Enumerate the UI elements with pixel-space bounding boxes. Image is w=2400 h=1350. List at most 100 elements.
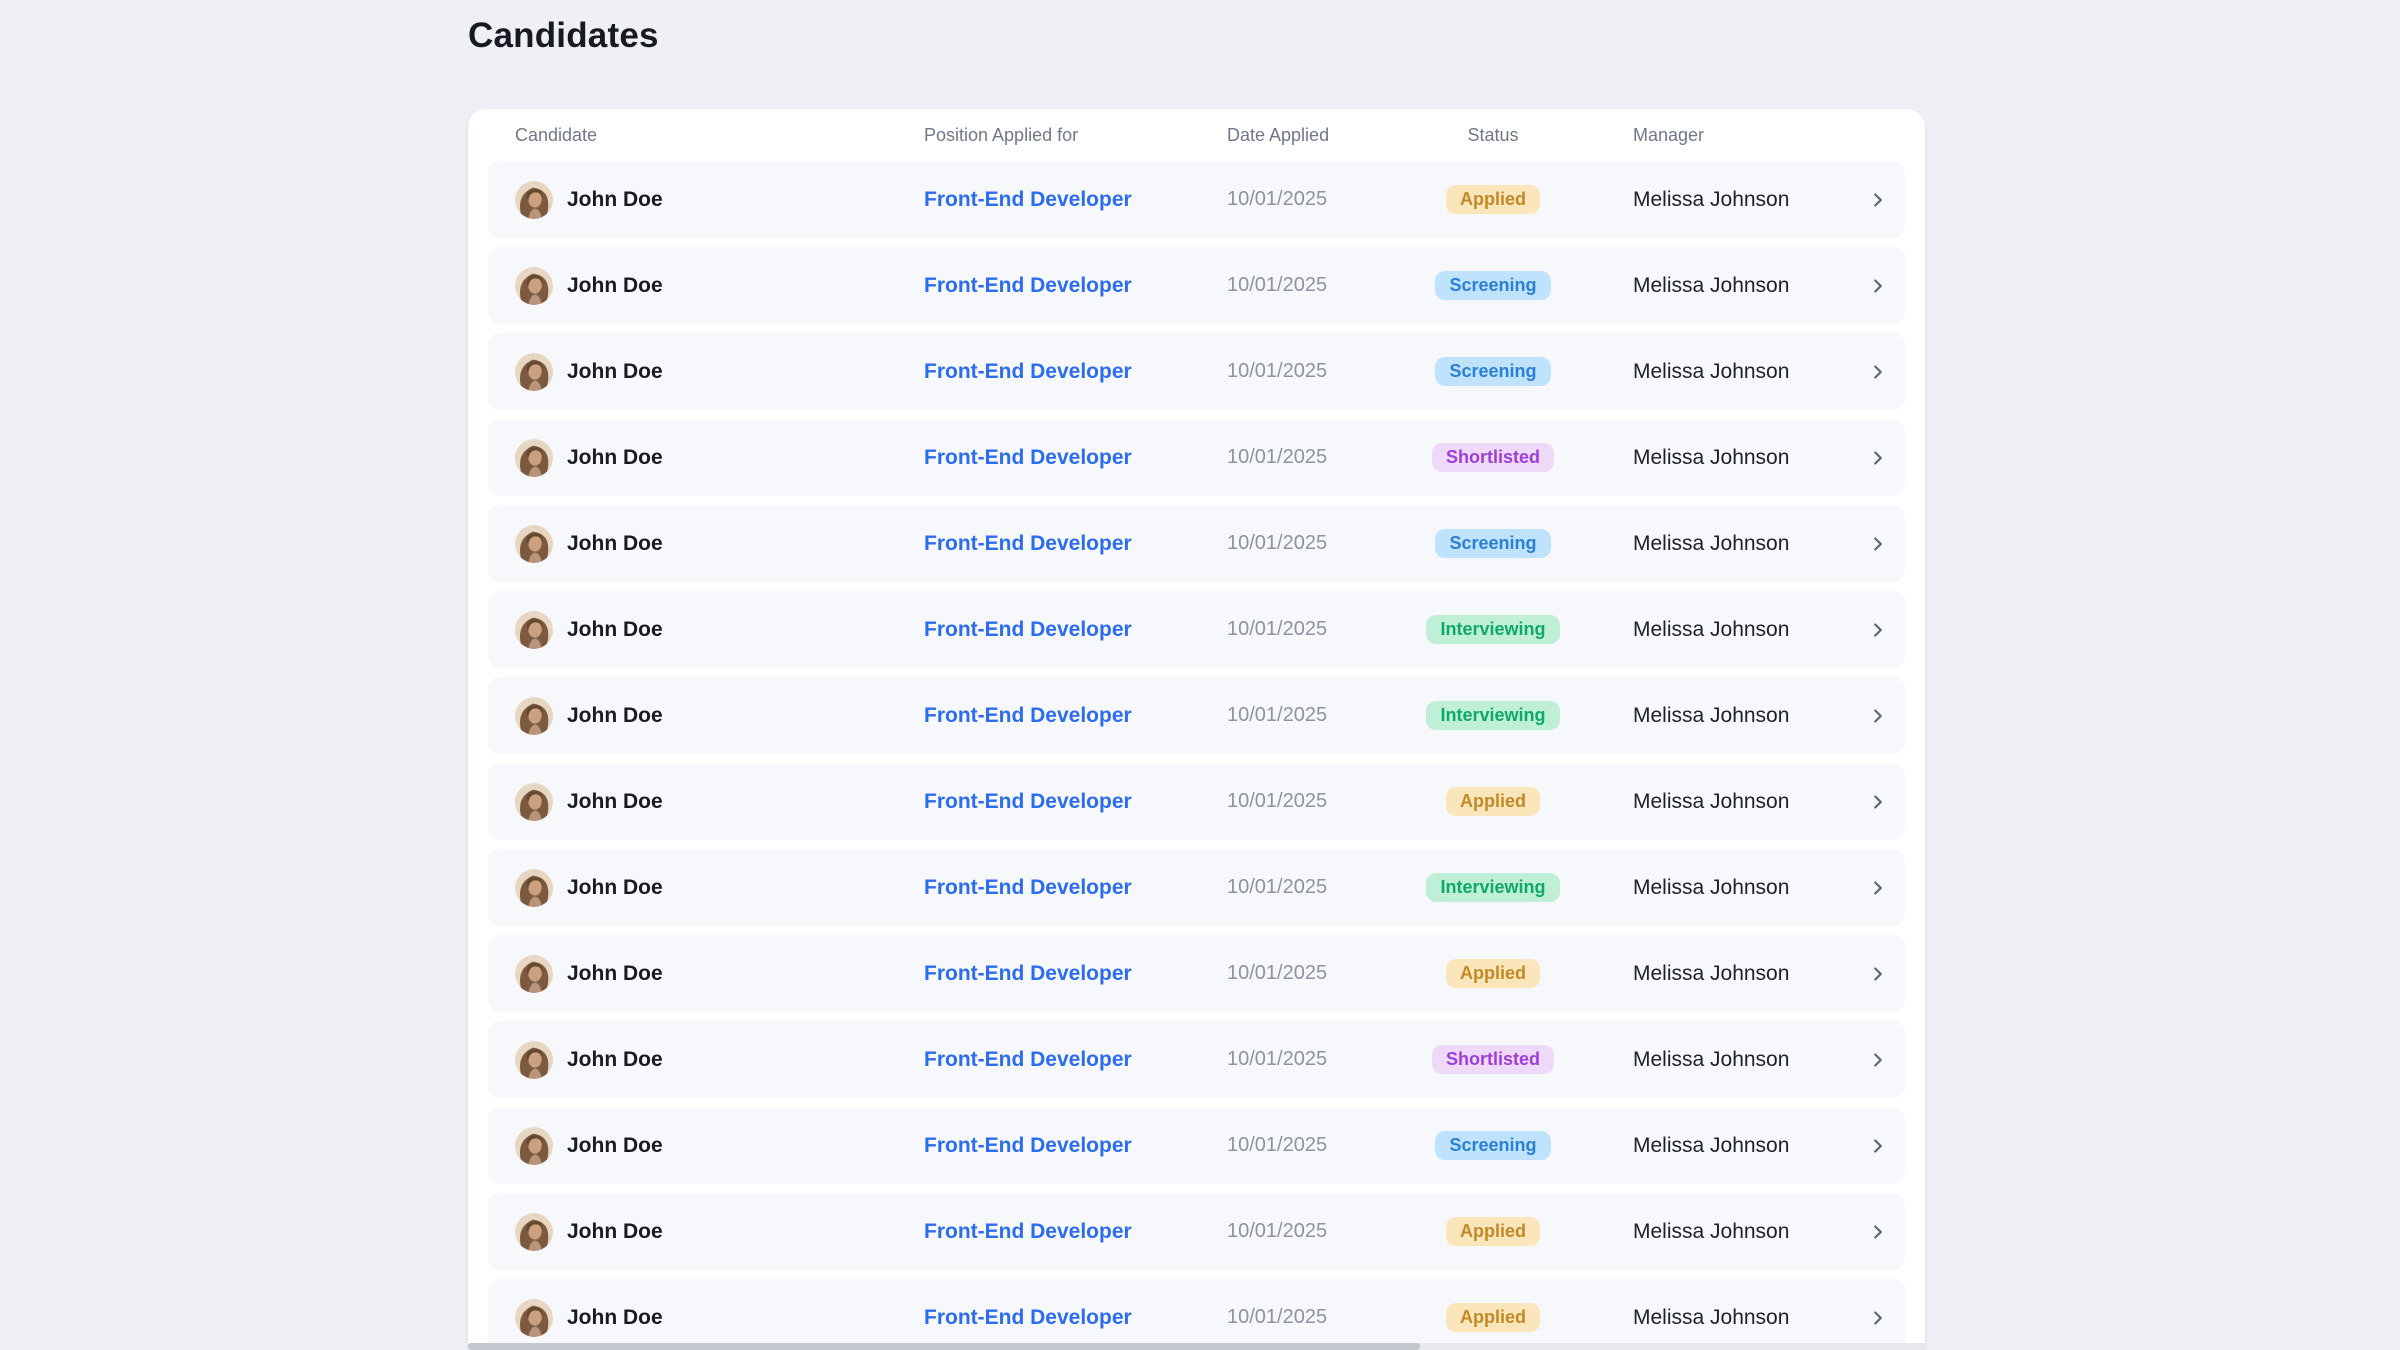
column-header-manager: Manager: [1627, 125, 1866, 146]
candidate-avatar: [515, 783, 553, 821]
row-chevron[interactable]: [1866, 1307, 1890, 1329]
table-row[interactable]: John Doe Front-End Developer 10/01/2025 …: [488, 591, 1905, 668]
row-chevron[interactable]: [1866, 361, 1890, 383]
horizontal-scrollbar-track[interactable]: [468, 1343, 1925, 1350]
date-applied-cell: 10/01/2025: [1227, 1220, 1359, 1243]
row-chevron[interactable]: [1866, 619, 1890, 641]
candidate-cell: John Doe: [515, 181, 924, 219]
candidate-cell: John Doe: [515, 1127, 924, 1165]
candidate-avatar: [515, 611, 553, 649]
row-chevron[interactable]: [1866, 791, 1890, 813]
table-row[interactable]: John Doe Front-End Developer 10/01/2025 …: [488, 1107, 1905, 1184]
chevron-right-icon: [1867, 361, 1889, 383]
position-link[interactable]: Front-End Developer: [924, 1306, 1132, 1329]
position-cell: Front-End Developer: [924, 446, 1227, 470]
candidate-cell: John Doe: [515, 267, 924, 305]
status-badge: Interviewing: [1426, 701, 1559, 731]
table-row[interactable]: John Doe Front-End Developer 10/01/2025 …: [488, 419, 1905, 496]
position-link[interactable]: Front-End Developer: [924, 618, 1132, 641]
row-chevron[interactable]: [1866, 275, 1890, 297]
status-badge: Screening: [1435, 1131, 1550, 1161]
candidate-name: John Doe: [567, 618, 663, 642]
position-link[interactable]: Front-End Developer: [924, 704, 1132, 727]
status-badge: Applied: [1446, 1303, 1540, 1333]
status-cell: Applied: [1359, 959, 1627, 989]
row-chevron[interactable]: [1866, 705, 1890, 727]
column-header-date: Date Applied: [1227, 125, 1359, 146]
position-cell: Front-End Developer: [924, 188, 1227, 212]
table-row[interactable]: John Doe Front-End Developer 10/01/2025 …: [488, 247, 1905, 324]
candidate-avatar: [515, 1299, 553, 1337]
position-cell: Front-End Developer: [924, 876, 1227, 900]
manager-cell: Melissa Johnson: [1627, 618, 1866, 642]
table-row[interactable]: John Doe Front-End Developer 10/01/2025 …: [488, 677, 1905, 754]
row-chevron[interactable]: [1866, 533, 1890, 555]
row-chevron[interactable]: [1866, 963, 1890, 985]
position-link[interactable]: Front-End Developer: [924, 446, 1132, 469]
position-link[interactable]: Front-End Developer: [924, 962, 1132, 985]
manager-cell: Melissa Johnson: [1627, 876, 1866, 900]
row-chevron[interactable]: [1866, 1135, 1890, 1157]
status-cell: Screening: [1359, 1131, 1627, 1161]
position-link[interactable]: Front-End Developer: [924, 876, 1132, 899]
candidate-avatar: [515, 439, 553, 477]
chevron-right-icon: [1867, 189, 1889, 211]
position-link[interactable]: Front-End Developer: [924, 1134, 1132, 1157]
status-badge: Shortlisted: [1432, 443, 1554, 473]
candidate-name: John Doe: [567, 962, 663, 986]
candidate-name: John Doe: [567, 704, 663, 728]
chevron-right-icon: [1867, 1135, 1889, 1157]
manager-cell: Melissa Johnson: [1627, 1220, 1866, 1244]
candidate-avatar: [515, 1041, 553, 1079]
position-cell: Front-End Developer: [924, 274, 1227, 298]
status-badge: Interviewing: [1426, 873, 1559, 903]
row-chevron[interactable]: [1866, 877, 1890, 899]
page-title: Candidates: [468, 16, 659, 56]
table-row[interactable]: John Doe Front-End Developer 10/01/2025 …: [488, 1279, 1905, 1350]
candidate-avatar: [515, 955, 553, 993]
position-link[interactable]: Front-End Developer: [924, 360, 1132, 383]
candidate-name: John Doe: [567, 446, 663, 470]
date-applied-cell: 10/01/2025: [1227, 790, 1359, 813]
candidate-name: John Doe: [567, 1220, 663, 1244]
chevron-right-icon: [1867, 533, 1889, 555]
position-link[interactable]: Front-End Developer: [924, 1048, 1132, 1071]
candidate-cell: John Doe: [515, 869, 924, 907]
row-chevron[interactable]: [1866, 1049, 1890, 1071]
table-row[interactable]: John Doe Front-End Developer 10/01/2025 …: [488, 1193, 1905, 1270]
candidate-cell: John Doe: [515, 1213, 924, 1251]
position-link[interactable]: Front-End Developer: [924, 790, 1132, 813]
status-badge: Screening: [1435, 529, 1550, 559]
manager-cell: Melissa Johnson: [1627, 962, 1866, 986]
status-cell: Interviewing: [1359, 615, 1627, 645]
horizontal-scrollbar-thumb[interactable]: [468, 1343, 1420, 1350]
candidate-name: John Doe: [567, 274, 663, 298]
table-row[interactable]: John Doe Front-End Developer 10/01/2025 …: [488, 763, 1905, 840]
table-row[interactable]: John Doe Front-End Developer 10/01/2025 …: [488, 505, 1905, 582]
status-badge: Applied: [1446, 787, 1540, 817]
row-chevron[interactable]: [1866, 1221, 1890, 1243]
position-cell: Front-End Developer: [924, 532, 1227, 556]
table-row[interactable]: John Doe Front-End Developer 10/01/2025 …: [488, 1021, 1905, 1098]
candidate-name: John Doe: [567, 1306, 663, 1330]
status-cell: Screening: [1359, 529, 1627, 559]
position-cell: Front-End Developer: [924, 1306, 1227, 1330]
chevron-right-icon: [1867, 619, 1889, 641]
manager-cell: Melissa Johnson: [1627, 1048, 1866, 1072]
row-chevron[interactable]: [1866, 189, 1890, 211]
position-link[interactable]: Front-End Developer: [924, 274, 1132, 297]
chevron-right-icon: [1867, 275, 1889, 297]
table-row[interactable]: John Doe Front-End Developer 10/01/2025 …: [488, 333, 1905, 410]
table-row[interactable]: John Doe Front-End Developer 10/01/2025 …: [488, 161, 1905, 238]
date-applied-cell: 10/01/2025: [1227, 188, 1359, 211]
position-link[interactable]: Front-End Developer: [924, 532, 1132, 555]
row-chevron[interactable]: [1866, 447, 1890, 469]
chevron-right-icon: [1867, 705, 1889, 727]
table-row[interactable]: John Doe Front-End Developer 10/01/2025 …: [488, 935, 1905, 1012]
table-row[interactable]: John Doe Front-End Developer 10/01/2025 …: [488, 849, 1905, 926]
chevron-right-icon: [1867, 877, 1889, 899]
chevron-right-icon: [1867, 1049, 1889, 1071]
position-link[interactable]: Front-End Developer: [924, 188, 1132, 211]
candidate-cell: John Doe: [515, 611, 924, 649]
position-link[interactable]: Front-End Developer: [924, 1220, 1132, 1243]
